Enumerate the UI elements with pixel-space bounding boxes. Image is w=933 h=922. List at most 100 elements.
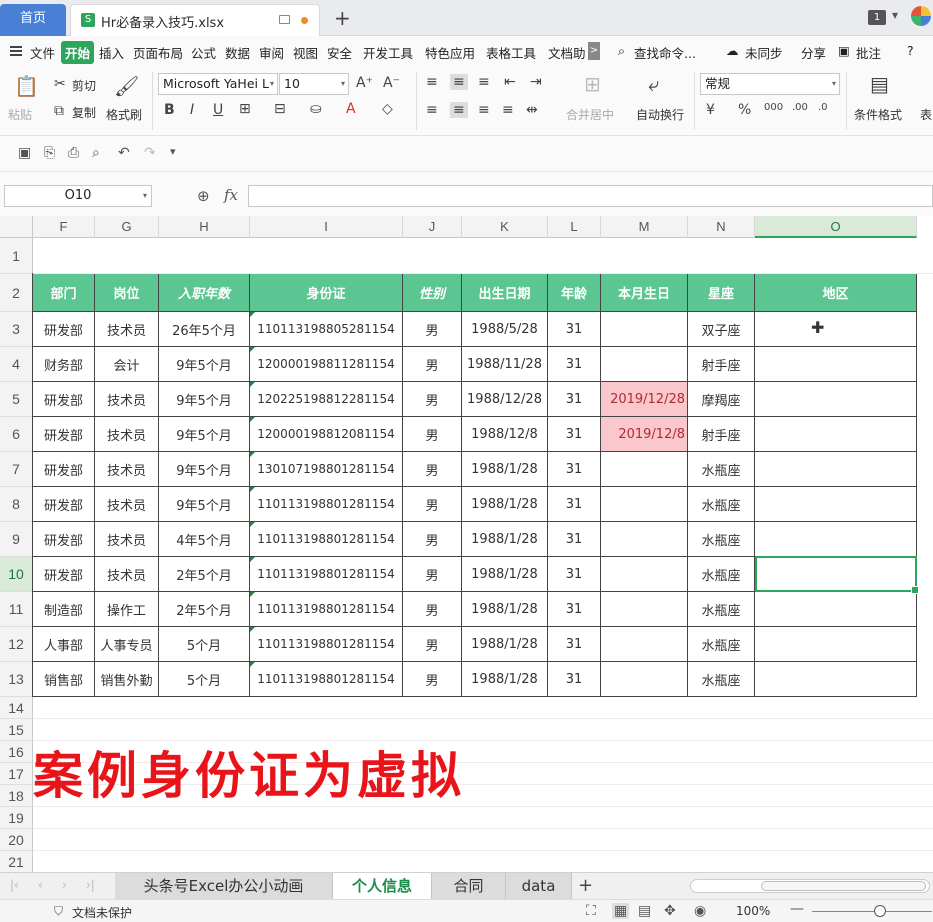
table-header-cell[interactable]: 地区: [755, 274, 917, 312]
table-cell[interactable]: 研发部: [33, 487, 95, 522]
merge-center-icon[interactable]: ⊞: [584, 72, 601, 96]
table-cell[interactable]: 水瓶座: [688, 487, 755, 522]
table-cell[interactable]: 9年5个月: [159, 487, 250, 522]
table-cell[interactable]: 110113198801281154: [250, 487, 403, 522]
table-header-cell[interactable]: 身份证: [250, 274, 403, 312]
table-cell[interactable]: 水瓶座: [688, 662, 755, 697]
table-header-cell[interactable]: 部门: [33, 274, 95, 312]
table-cell[interactable]: [755, 382, 917, 417]
table-cell[interactable]: 财务部: [33, 347, 95, 382]
print-preview-icon[interactable]: ⌕: [92, 145, 100, 161]
italic-icon[interactable]: I: [190, 102, 194, 118]
align-top-icon[interactable]: ≡: [426, 74, 438, 90]
row-header-17[interactable]: 17: [0, 763, 33, 785]
table-cell[interactable]: 销售部: [33, 662, 95, 697]
table-cell[interactable]: [755, 452, 917, 487]
table-cell[interactable]: 技术员: [95, 522, 159, 557]
row-header-3[interactable]: 3: [0, 312, 33, 347]
customize-chevron-icon[interactable]: ▾: [170, 145, 176, 158]
table-cell[interactable]: 9年5个月: [159, 452, 250, 487]
table-cell[interactable]: 31: [548, 662, 601, 697]
font-grow-icon[interactable]: A⁺: [356, 75, 373, 91]
table-cell[interactable]: 2年5个月: [159, 557, 250, 592]
table-cell[interactable]: 31: [548, 417, 601, 452]
conditional-format-icon[interactable]: ▤: [870, 72, 889, 96]
row-header-21[interactable]: 21: [0, 851, 33, 872]
indent-increase-icon[interactable]: ⇥: [530, 74, 542, 90]
table-cell[interactable]: 31: [548, 487, 601, 522]
table-cell[interactable]: [755, 487, 917, 522]
table-cell[interactable]: 男: [403, 592, 462, 627]
font-shrink-icon[interactable]: A⁻: [383, 75, 400, 91]
row-header-4[interactable]: 4: [0, 347, 33, 382]
window-chevron-icon[interactable]: ▾: [892, 8, 898, 22]
table-cell[interactable]: 技术员: [95, 312, 159, 347]
table-cell[interactable]: 110113198801281154: [250, 592, 403, 627]
menu-item-formulas[interactable]: 公式: [191, 43, 216, 62]
menu-item-data[interactable]: 数据: [225, 43, 250, 62]
percent-icon[interactable]: %: [738, 102, 751, 118]
justify-icon[interactable]: ≡: [502, 102, 514, 118]
table-cell[interactable]: 120000198812081154: [250, 417, 403, 452]
table-header-cell[interactable]: 岗位: [95, 274, 159, 312]
table-cell[interactable]: 110113198801281154: [250, 557, 403, 592]
table-cell[interactable]: 技术员: [95, 382, 159, 417]
table-cell[interactable]: 31: [548, 627, 601, 662]
row-header-12[interactable]: 12: [0, 627, 33, 662]
table-cell[interactable]: 研发部: [33, 557, 95, 592]
table-cell[interactable]: 男: [403, 557, 462, 592]
menu-item-security[interactable]: 安全: [327, 43, 352, 62]
table-cell[interactable]: [755, 312, 917, 347]
table-cell[interactable]: 水瓶座: [688, 522, 755, 557]
column-header-I[interactable]: I: [250, 216, 403, 238]
table-cell[interactable]: 31: [548, 557, 601, 592]
table-cell[interactable]: 1988/1/28: [462, 452, 548, 487]
table-cell[interactable]: 1988/1/28: [462, 522, 548, 557]
table-cell[interactable]: 人事部: [33, 627, 95, 662]
monitor-icon[interactable]: [279, 15, 290, 24]
menu-item-page-layout[interactable]: 页面布局: [133, 43, 183, 62]
table-cell[interactable]: 研发部: [33, 312, 95, 347]
table-cell[interactable]: 技术员: [95, 487, 159, 522]
comment-button[interactable]: 批注: [856, 43, 881, 62]
row-header-9[interactable]: 9: [0, 522, 33, 557]
page-break-view-icon[interactable]: ▤: [638, 903, 651, 919]
table-cell[interactable]: 31: [548, 522, 601, 557]
table-cell[interactable]: 31: [548, 347, 601, 382]
table-cell[interactable]: 5个月: [159, 627, 250, 662]
undo-icon[interactable]: ↶: [118, 145, 130, 161]
table-cell[interactable]: 技术员: [95, 452, 159, 487]
export-icon[interactable]: ⎘: [44, 145, 55, 161]
fill-pattern-icon[interactable]: ⊟: [274, 101, 286, 117]
table-cell[interactable]: 1988/1/28: [462, 662, 548, 697]
table-cell[interactable]: 研发部: [33, 417, 95, 452]
scissors-icon[interactable]: ✂: [54, 76, 66, 92]
menu-more-icon[interactable]: >: [588, 42, 600, 60]
table-cell[interactable]: 130107198801281154: [250, 452, 403, 487]
table-cell[interactable]: 110113198801281154: [250, 522, 403, 557]
column-header-J[interactable]: J: [403, 216, 462, 238]
table-header-cell[interactable]: 本月生日: [601, 274, 688, 312]
table-cell[interactable]: [601, 627, 688, 662]
table-cell[interactable]: [601, 662, 688, 697]
table-cell[interactable]: 1988/1/28: [462, 627, 548, 662]
table-header-cell[interactable]: 星座: [688, 274, 755, 312]
paste-button[interactable]: 粘贴: [8, 106, 32, 123]
command-search[interactable]: 查找命令...: [634, 43, 696, 62]
column-header-M[interactable]: M: [601, 216, 688, 238]
table-cell[interactable]: 技术员: [95, 557, 159, 592]
table-cell[interactable]: 人事专员: [95, 627, 159, 662]
selected-cell-O10[interactable]: [755, 556, 919, 594]
row-header-15[interactable]: 15: [0, 719, 33, 741]
menu-item-developer[interactable]: 开发工具: [363, 43, 413, 62]
table-cell[interactable]: 男: [403, 522, 462, 557]
table-cell[interactable]: 26年5个月: [159, 312, 250, 347]
table-cell[interactable]: 研发部: [33, 382, 95, 417]
table-cell[interactable]: 男: [403, 417, 462, 452]
cut-button[interactable]: 剪切: [72, 77, 96, 94]
menu-item-file[interactable]: 文件: [30, 43, 55, 62]
copy-icon[interactable]: ⧉: [54, 103, 64, 119]
zoom-search-icon[interactable]: ⊕: [197, 187, 210, 205]
zoom-out-button[interactable]: —: [790, 901, 804, 917]
add-sheet-button[interactable]: +: [578, 875, 593, 896]
